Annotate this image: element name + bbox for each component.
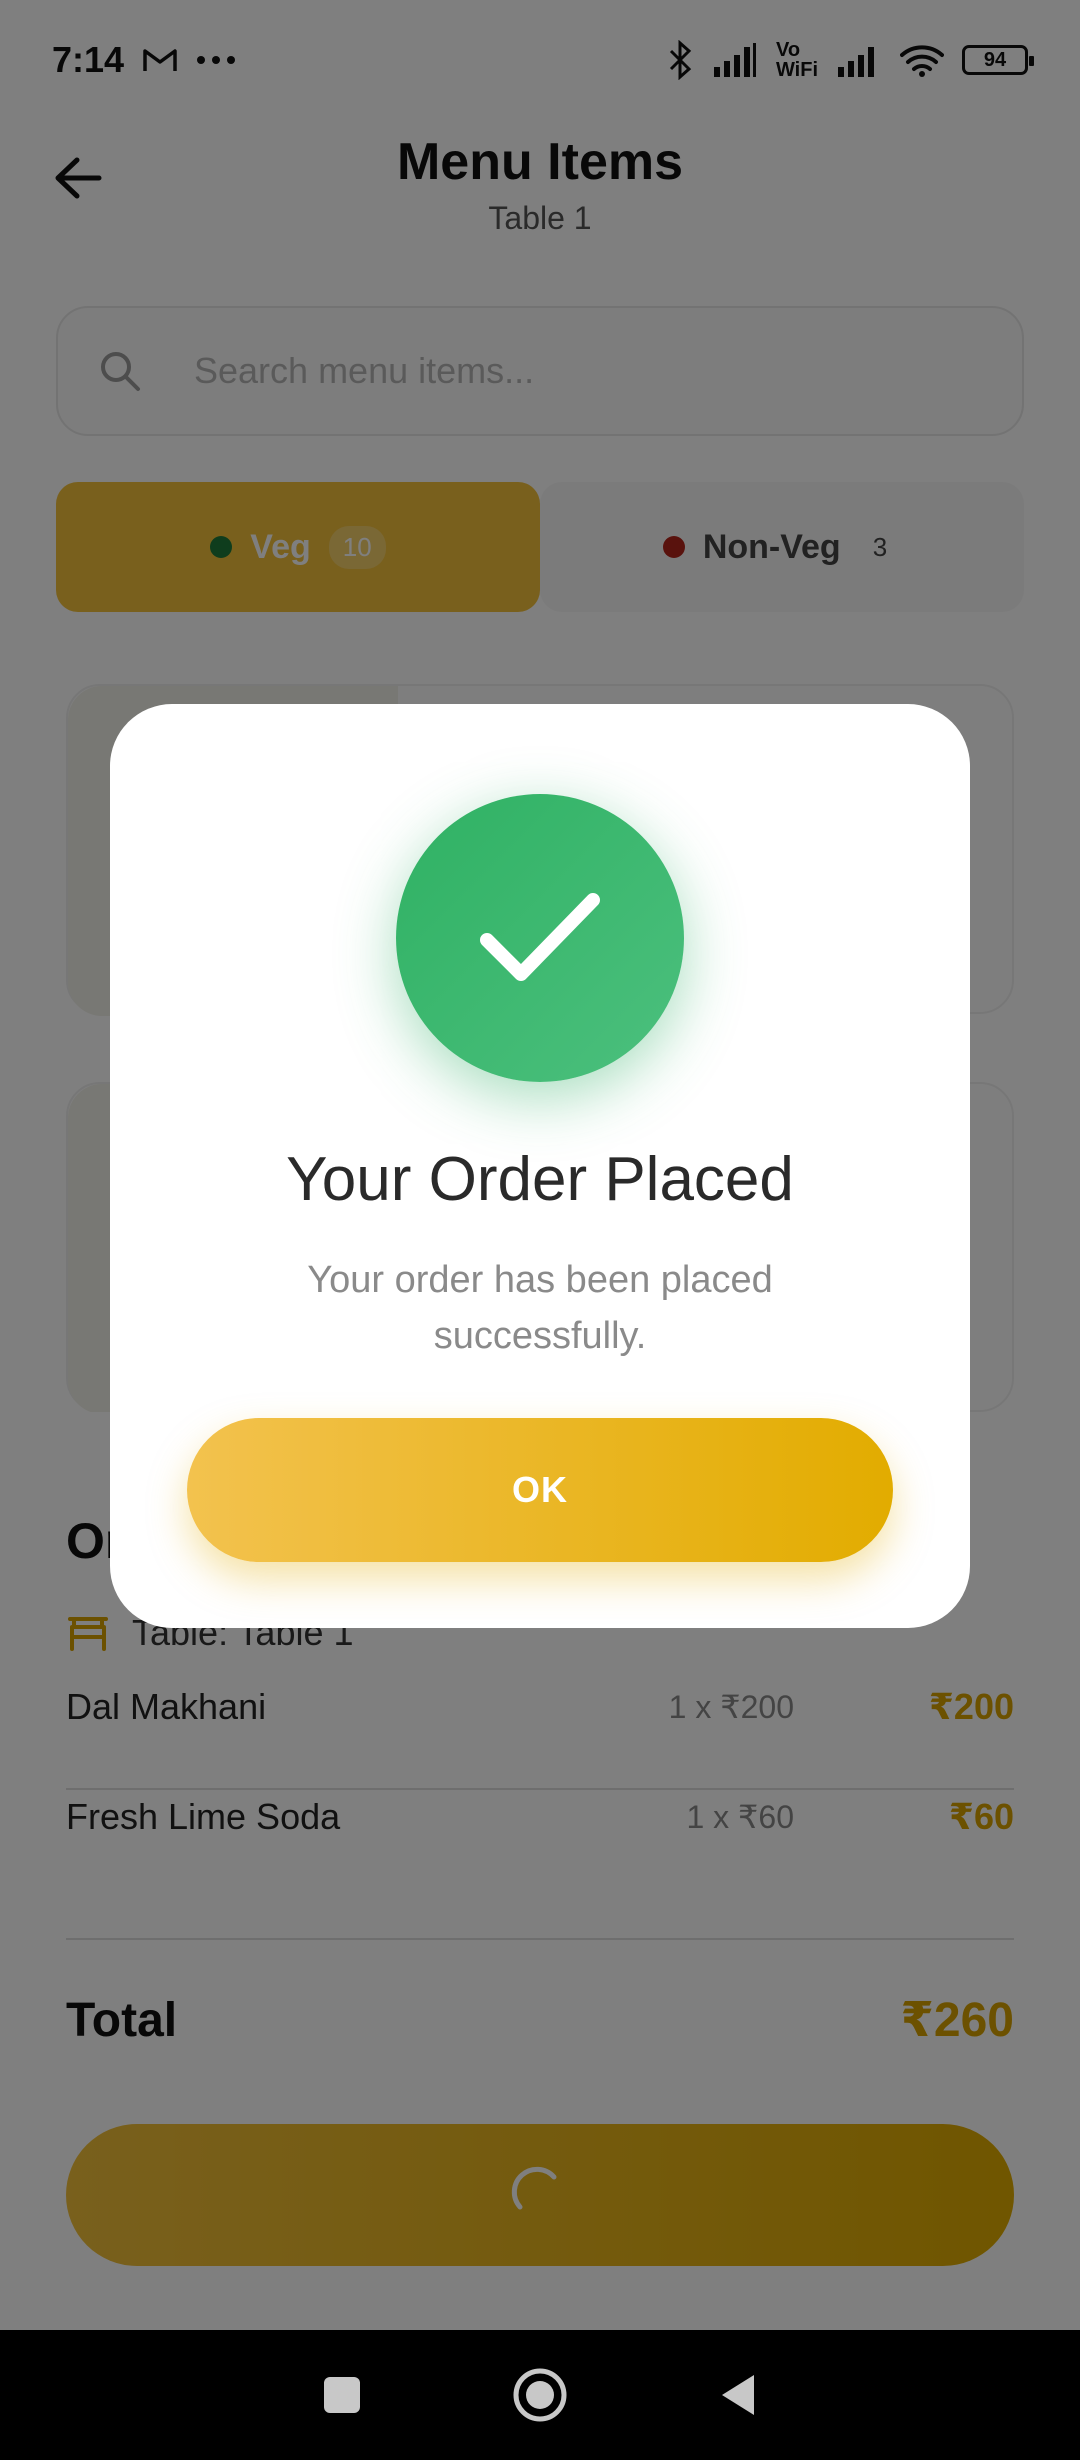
dialog-message: Your order has been placed successfully.	[307, 1259, 773, 1357]
back-nav-button-icon[interactable]	[718, 2373, 758, 2417]
dialog-title: Your Order Placed	[286, 1145, 794, 1214]
ok-button[interactable]: OK	[187, 1418, 893, 1562]
recents-button-icon[interactable]	[322, 2375, 362, 2415]
system-nav-bar	[0, 2330, 1080, 2460]
success-check-icon	[396, 794, 684, 1082]
order-success-dialog: Your Order Placed Your order has been pl…	[110, 704, 970, 1628]
home-button-icon[interactable]	[512, 2367, 568, 2423]
checkmark-icon	[480, 893, 600, 981]
